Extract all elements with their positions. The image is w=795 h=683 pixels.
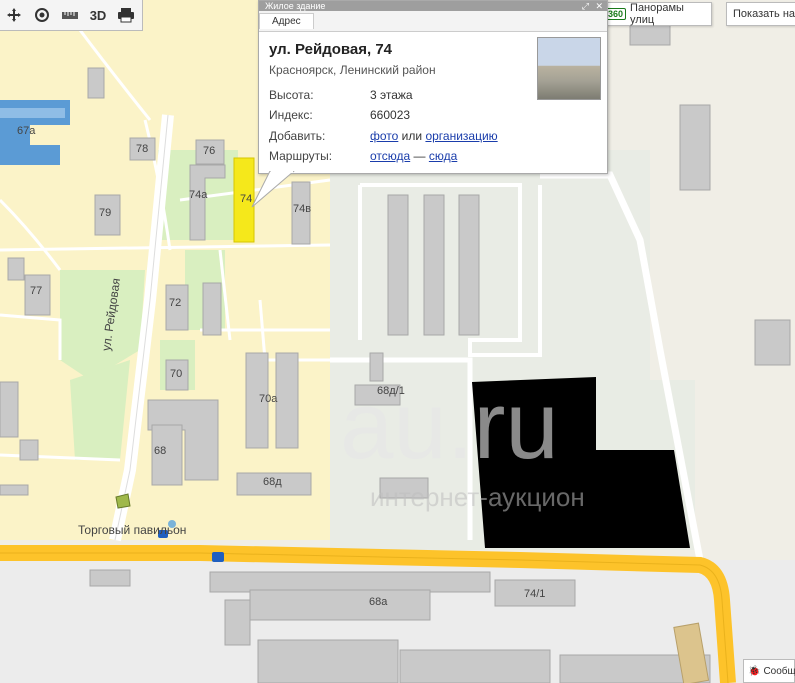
move-icon[interactable] — [0, 1, 28, 29]
watermark-logo: au.ru — [340, 372, 559, 479]
address-subtitle: Красноярск, Ленинский район — [269, 63, 436, 77]
building-label: 70 — [170, 368, 183, 380]
tab-address[interactable]: Адрес — [259, 13, 314, 29]
3d-toggle[interactable]: 3D — [84, 1, 112, 29]
print-icon[interactable] — [112, 1, 140, 29]
popup-pointer — [251, 171, 295, 208]
address-title: ул. Рейдовая, 74 — [269, 41, 393, 58]
route-links: отсюда — сюда — [370, 149, 457, 163]
building-label: 68д — [263, 476, 282, 488]
route-to-link[interactable]: сюда — [429, 149, 457, 163]
building-label: 68а — [369, 596, 388, 608]
building-label: 74а — [189, 189, 208, 201]
building-label: 74/1 — [524, 588, 546, 600]
panorama-icon: 360 — [605, 8, 627, 20]
feedback-label: Сообщ — [763, 665, 795, 677]
height-label: Высота: — [269, 88, 314, 102]
index-label: Индекс: — [269, 108, 313, 122]
ruler-icon[interactable] — [56, 1, 84, 29]
target-icon[interactable] — [28, 1, 56, 29]
poi-label-pavilion: Торговый павильон — [78, 523, 187, 537]
building-label: 68д/1 — [377, 385, 405, 397]
watermark-subtitle: интернет-аукцион — [370, 482, 585, 512]
building-label: 70а — [259, 393, 278, 405]
expand-icon[interactable]: ⤢ — [582, 1, 589, 11]
feedback-button[interactable]: 🐞 Сообщ — [743, 659, 795, 683]
route-from-link[interactable]: отсюда — [370, 149, 410, 163]
building-photo[interactable] — [537, 37, 601, 100]
add-organization-link[interactable]: организацию — [425, 129, 497, 143]
building-label: 76 — [203, 145, 216, 157]
add-or-text: или — [401, 129, 423, 143]
popup-header-title: Жилое здание — [265, 1, 326, 11]
building-label: 79 — [99, 207, 112, 219]
building-label: 77 — [30, 285, 43, 297]
building-label: 72 — [169, 297, 182, 309]
add-photo-link[interactable]: фото — [370, 129, 398, 143]
route-dash: — — [413, 149, 426, 163]
show-on-map-label: Показать на — [733, 8, 795, 20]
index-value: 660023 — [370, 108, 411, 122]
show-on-map-button[interactable]: Показать на — [726, 2, 795, 26]
map-toolbar: 3D — [0, 0, 143, 31]
building-label: 68 — [154, 445, 167, 457]
popup-tabs: Адрес — [259, 11, 607, 32]
height-value: 3 этажа — [370, 88, 413, 102]
panorama-label: Панорамы улиц — [630, 2, 684, 26]
close-icon[interactable]: ✕ — [595, 1, 603, 11]
building-info-popup: Жилое здание ✕ ⤢ Адрес ул. Рейдовая, 74 … — [258, 0, 608, 174]
routes-label: Маршруты: — [269, 149, 333, 163]
building-label: 67а — [17, 125, 36, 137]
building-label: 78 — [136, 143, 149, 155]
popup-header: Жилое здание ✕ ⤢ — [259, 1, 607, 11]
add-label: Добавить: — [269, 129, 326, 143]
bug-icon: 🐞 — [748, 665, 761, 677]
add-links: фото или организацию — [370, 129, 498, 143]
street-panoramas-button[interactable]: 360 Панорамы улиц — [598, 2, 712, 26]
